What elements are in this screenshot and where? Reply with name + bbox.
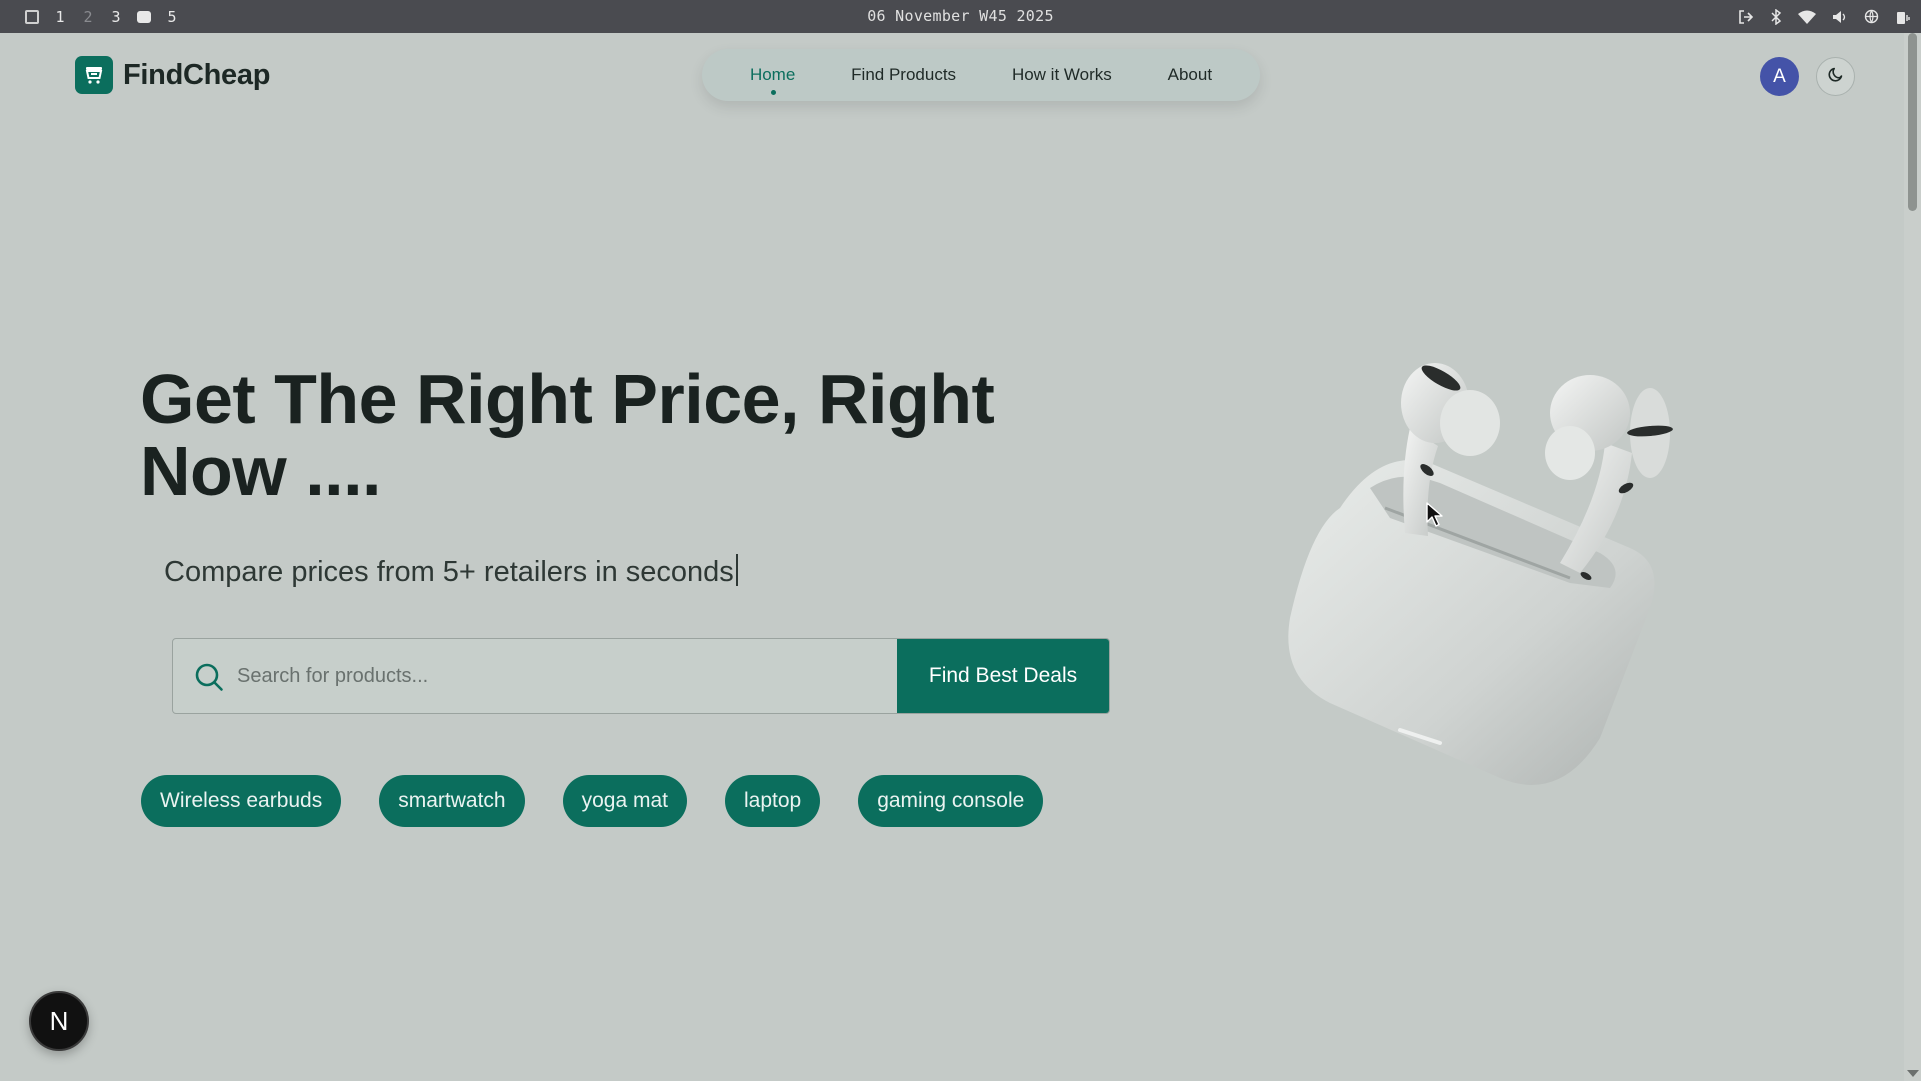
bluetooth-icon[interactable] bbox=[1770, 8, 1782, 25]
user-avatar[interactable]: A bbox=[1760, 57, 1799, 96]
os-top-bar: 1 2 3 5 06 November W45 2025 bbox=[0, 0, 1921, 33]
active-indicator bbox=[770, 90, 776, 95]
search-icon bbox=[193, 661, 225, 698]
nav-find-products[interactable]: Find Products bbox=[851, 65, 956, 85]
search-bar: Find Best Deals bbox=[172, 638, 1110, 714]
nav-home[interactable]: Home bbox=[749, 65, 796, 95]
clock-date: 06 November W45 2025 bbox=[867, 7, 1054, 25]
brand-logo[interactable]: FindCheap bbox=[75, 56, 270, 94]
page: FindCheap Home Find Products How it Work… bbox=[0, 33, 1904, 1081]
hero-subtitle: Compare prices from 5+ retailers in seco… bbox=[164, 554, 738, 589]
hero-title: Get The Right Price, Right Now .... bbox=[140, 360, 995, 510]
find-best-deals-button[interactable]: Find Best Deals bbox=[897, 639, 1109, 713]
page-scrollbar[interactable] bbox=[1904, 33, 1921, 1081]
scrollbar-thumb[interactable] bbox=[1908, 33, 1917, 211]
theme-toggle-button[interactable] bbox=[1816, 57, 1855, 96]
wifi-icon[interactable] bbox=[1798, 10, 1816, 24]
brand-name: FindCheap bbox=[123, 58, 271, 91]
cart-icon bbox=[75, 56, 113, 94]
mouse-cursor-icon bbox=[1426, 502, 1444, 533]
nav-how-it-works[interactable]: How it Works bbox=[1012, 65, 1112, 85]
chip-wireless-earbuds[interactable]: Wireless earbuds bbox=[141, 775, 342, 827]
nav-home-label: Home bbox=[749, 65, 796, 84]
logout-icon[interactable] bbox=[1738, 9, 1754, 25]
hero-product-image bbox=[1270, 358, 1700, 798]
volume-icon[interactable] bbox=[1832, 10, 1848, 24]
suggestion-chips: Wireless earbuds smartwatch yoga mat lap… bbox=[141, 775, 1044, 827]
moon-icon bbox=[1827, 65, 1845, 88]
chip-yoga-mat[interactable]: yoga mat bbox=[562, 775, 687, 827]
system-tray bbox=[1738, 0, 1911, 33]
hero-subtitle-text: Compare prices from 5+ retailers in seco… bbox=[164, 556, 734, 588]
chip-laptop[interactable]: laptop bbox=[724, 775, 821, 827]
scroll-down-arrow-icon[interactable] bbox=[1907, 1070, 1919, 1077]
battery-icon[interactable] bbox=[1895, 9, 1911, 25]
chip-smartwatch[interactable]: smartwatch bbox=[379, 775, 525, 827]
main-nav: Home Find Products How it Works About bbox=[702, 49, 1260, 101]
chip-gaming-console[interactable]: gaming console bbox=[858, 775, 1044, 827]
typing-caret bbox=[735, 554, 738, 586]
network-icon[interactable] bbox=[1864, 9, 1879, 24]
nextjs-dev-badge[interactable]: N bbox=[29, 991, 89, 1051]
nav-about[interactable]: About bbox=[1168, 65, 1212, 85]
search-input[interactable] bbox=[173, 639, 897, 713]
